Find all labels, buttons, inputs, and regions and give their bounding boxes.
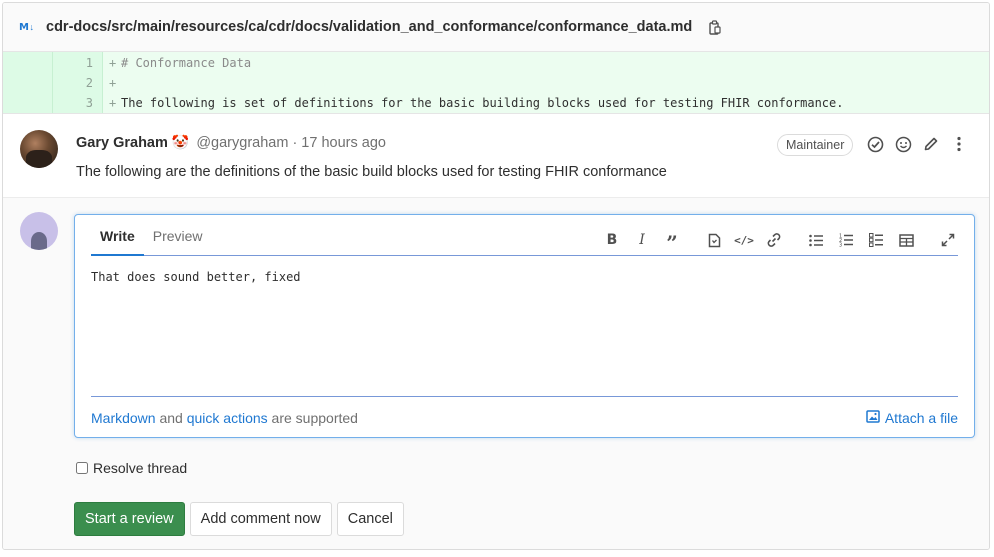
fullscreen-icon[interactable] (938, 230, 958, 250)
resolve-thread-label: Resolve thread (93, 460, 188, 476)
line-number[interactable]: 3 (53, 93, 93, 113)
diff-sign: + (109, 76, 117, 90)
author-handle-time[interactable]: @garygraham · 17 hours ago (196, 135, 386, 151)
note-actions (865, 134, 969, 154)
more-actions-icon[interactable] (949, 134, 969, 154)
resolve-thread-checkbox[interactable]: Resolve thread (76, 460, 187, 476)
diff-line: 2 + (3, 73, 989, 93)
comment-textarea[interactable]: That does sound better, fixed (91, 269, 958, 395)
quote-icon[interactable]: ” (662, 233, 682, 253)
diff-code: The following is set of definitions for … (121, 96, 844, 110)
table-icon[interactable] (896, 230, 916, 250)
markdown-editor: Write Preview B I ” </> 1 2 3 That does … (74, 214, 975, 438)
line-number[interactable]: 1 (53, 53, 93, 73)
diff-line: 1 + # Conformance Data (3, 53, 989, 73)
copy-path-icon[interactable] (708, 19, 722, 35)
role-badge: Maintainer (777, 134, 854, 156)
file-path[interactable]: cdr-docs/src/main/resources/ca/cdr/docs/… (46, 19, 692, 35)
numbered-list-icon[interactable]: 123 (836, 230, 856, 250)
pencil-icon[interactable] (921, 134, 941, 154)
code-icon[interactable]: </> (734, 230, 754, 250)
line-number[interactable]: 2 (53, 73, 93, 93)
markdown-icon: M ↓ (19, 21, 34, 33)
current-user-avatar[interactable] (20, 212, 58, 250)
quick-actions-link[interactable]: quick actions (187, 410, 268, 426)
add-comment-now-button[interactable]: Add comment now (189, 502, 332, 536)
reply-buttons: Start a review Add comment now Cancel (74, 502, 404, 536)
cancel-button[interactable]: Cancel (336, 502, 404, 536)
attach-file-label: Attach a file (884, 409, 958, 426)
resolve-check-icon[interactable] (865, 134, 885, 154)
diff-sign: + (109, 56, 117, 70)
diff-line: 3 + The following is set of definitions … (3, 93, 989, 113)
suggestion-icon[interactable] (704, 230, 724, 250)
task-list-icon[interactable] (866, 230, 886, 250)
diff-hunk: 1 + # Conformance Data 2 + 3 + The follo… (3, 52, 989, 114)
discussion-note: Gary Graham 🤡 @garygraham · 17 hours ago… (3, 114, 989, 198)
editor-footer: Markdown and quick actions are supported… (91, 396, 958, 438)
note-body: The following are the definitions of the… (76, 164, 667, 180)
reply-section: Write Preview B I ” </> 1 2 3 That does … (3, 198, 989, 549)
markdown-toolbar: B I ” </> 1 2 3 (602, 227, 958, 253)
discussion-frame: M ↓ cdr-docs/src/main/resources/ca/cdr/do… (2, 2, 990, 550)
note-header: Gary Graham 🤡 @garygraham · 17 hours ago (76, 134, 386, 151)
bullet-list-icon[interactable] (806, 230, 826, 250)
image-icon (866, 409, 880, 426)
svg-text:3: 3 (839, 243, 842, 248)
status-emoji: 🤡 (171, 134, 190, 150)
bold-icon[interactable]: B (602, 230, 622, 250)
smiley-icon[interactable] (893, 134, 913, 154)
italic-icon[interactable]: I (632, 230, 652, 250)
author-avatar[interactable] (20, 130, 58, 168)
diff-sign: + (109, 96, 117, 110)
author-name[interactable]: Gary Graham (76, 135, 168, 151)
tab-preview[interactable]: Preview (144, 228, 212, 255)
start-review-button[interactable]: Start a review (74, 502, 185, 536)
markdown-link[interactable]: Markdown (91, 410, 156, 426)
resolve-checkbox-input[interactable] (76, 462, 88, 474)
attach-file-button[interactable]: Attach a file (866, 410, 958, 426)
footer-supported-text: are supported (267, 409, 358, 426)
footer-and-text: and (155, 409, 187, 426)
file-header: M ↓ cdr-docs/src/main/resources/ca/cdr/do… (3, 3, 989, 52)
diff-code: # Conformance Data (121, 56, 252, 70)
tab-write[interactable]: Write (91, 228, 144, 256)
link-icon[interactable] (764, 230, 784, 250)
